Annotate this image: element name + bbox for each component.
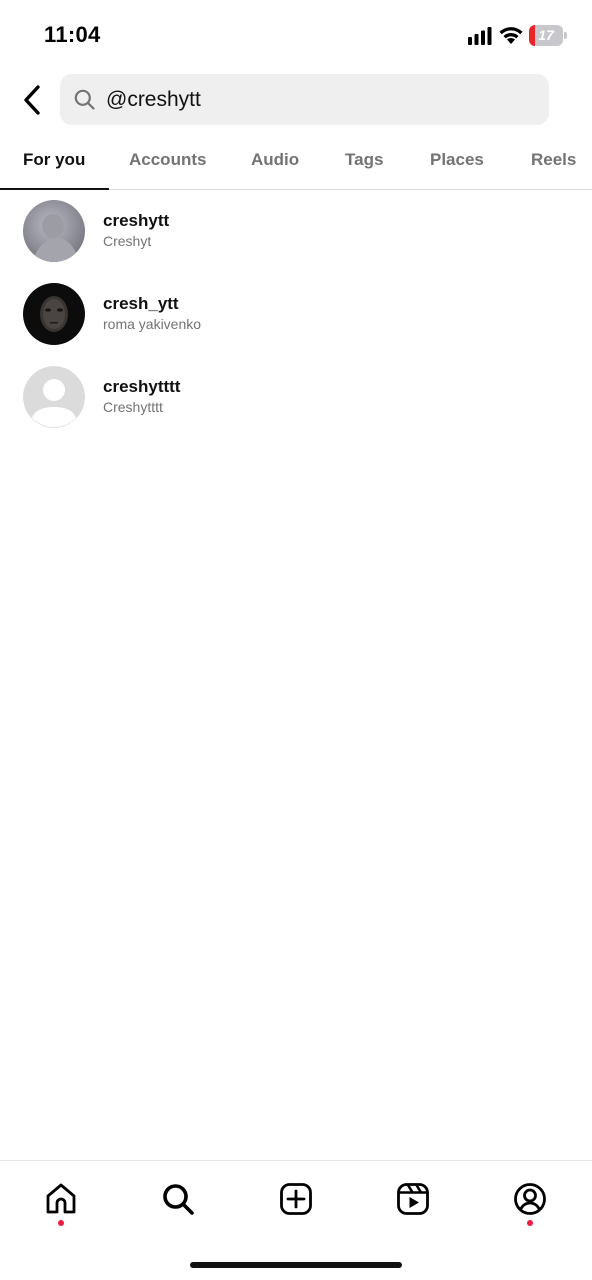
nav-profile[interactable] <box>510 1179 550 1219</box>
battery-indicator: 17 <box>529 25 567 46</box>
cellular-signal-icon <box>468 27 492 45</box>
active-tab-indicator <box>0 188 109 190</box>
search-bar[interactable] <box>60 74 549 125</box>
avatar[interactable] <box>23 283 85 345</box>
result-full-name: Creshytttt <box>103 399 163 415</box>
search-input[interactable] <box>106 74 536 125</box>
tab-for-you[interactable]: For you <box>23 150 85 170</box>
search-tabs: For you Accounts Audio Tags Places Reels <box>0 136 592 190</box>
default-avatar-icon[interactable] <box>23 366 85 428</box>
tab-audio[interactable]: Audio <box>251 150 299 170</box>
profile-notification-dot <box>527 1220 533 1226</box>
tab-accounts[interactable]: Accounts <box>129 150 206 170</box>
search-result-row[interactable]: creshytt Creshyt <box>0 200 592 276</box>
nav-search[interactable] <box>158 1179 198 1219</box>
search-icon <box>163 1184 194 1215</box>
search-result-row[interactable]: creshytttt Creshytttt <box>0 366 592 442</box>
battery-level: 17 <box>538 27 554 43</box>
back-button[interactable] <box>14 80 50 120</box>
result-username: creshytttt <box>103 377 181 396</box>
nav-home[interactable] <box>41 1179 81 1219</box>
result-username: cresh_ytt <box>103 294 179 313</box>
wifi-icon <box>499 27 523 44</box>
home-indicator[interactable] <box>190 1262 402 1268</box>
bottom-nav <box>0 1160 592 1280</box>
status-bar: 11:04 17 <box>0 0 592 66</box>
profile-icon <box>514 1183 546 1215</box>
home-icon <box>46 1183 76 1214</box>
result-full-name: Creshyt <box>103 233 152 249</box>
home-notification-dot <box>58 1220 64 1226</box>
nav-create[interactable] <box>276 1179 316 1219</box>
chevron-left-icon <box>24 85 40 115</box>
status-time: 11:04 <box>44 22 101 47</box>
reels-icon <box>397 1183 429 1215</box>
avatar[interactable] <box>23 200 85 262</box>
search-icon <box>74 89 95 110</box>
create-post-icon <box>280 1183 312 1215</box>
result-username: creshytt <box>103 211 170 230</box>
tab-tags[interactable]: Tags <box>345 150 383 170</box>
search-result-row[interactable]: cresh_ytt roma yakivenko <box>0 283 592 359</box>
tab-reels[interactable]: Reels <box>531 150 576 170</box>
result-full-name: roma yakivenko <box>103 316 202 332</box>
tab-places[interactable]: Places <box>430 150 484 170</box>
nav-reels[interactable] <box>393 1179 433 1219</box>
